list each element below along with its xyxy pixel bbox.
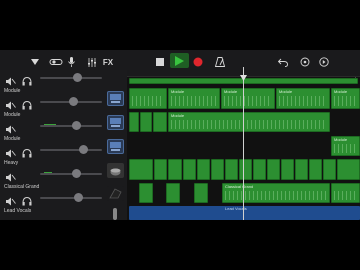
volume-slider-knob[interactable] bbox=[72, 169, 81, 178]
region[interactable]: Lead Vocals bbox=[129, 206, 360, 220]
settings-icon[interactable] bbox=[318, 55, 330, 69]
track-name: Module bbox=[4, 88, 21, 94]
region[interactable]: Module bbox=[221, 88, 275, 109]
bottom-area bbox=[0, 220, 360, 270]
volume-slider-knob[interactable] bbox=[69, 97, 78, 106]
region-label: Module bbox=[279, 89, 293, 94]
region[interactable] bbox=[309, 159, 322, 180]
fx-button[interactable]: FX bbox=[101, 55, 115, 69]
track-name: Lead Vocals bbox=[4, 208, 32, 214]
region[interactable] bbox=[166, 183, 180, 203]
volume-slider[interactable] bbox=[40, 77, 102, 79]
headphones-icon[interactable] bbox=[22, 145, 32, 163]
region[interactable] bbox=[197, 159, 210, 180]
region[interactable]: Module bbox=[331, 136, 360, 156]
region[interactable] bbox=[337, 159, 360, 180]
track-name: Module bbox=[4, 112, 21, 118]
region[interactable] bbox=[211, 159, 224, 180]
play-button[interactable] bbox=[170, 53, 189, 68]
track-controls bbox=[0, 72, 127, 86]
browser-icon[interactable] bbox=[30, 55, 40, 69]
region-label: Module bbox=[171, 89, 185, 94]
track-name: Classical Grand bbox=[4, 184, 40, 190]
region[interactable] bbox=[295, 159, 308, 180]
playhead[interactable] bbox=[243, 67, 244, 220]
volume-slider[interactable] bbox=[40, 173, 102, 175]
region[interactable] bbox=[129, 88, 167, 109]
headphones-icon[interactable] bbox=[22, 73, 32, 91]
track-controls-icon[interactable] bbox=[48, 55, 64, 69]
drum-module-icon[interactable] bbox=[107, 115, 124, 130]
loops-icon[interactable] bbox=[299, 55, 311, 69]
playhead-handle[interactable] bbox=[240, 68, 247, 81]
undo-icon[interactable] bbox=[277, 55, 289, 69]
region[interactable] bbox=[267, 159, 280, 180]
record-button[interactable] bbox=[192, 55, 204, 69]
volume-slider[interactable] bbox=[40, 149, 102, 151]
region[interactable] bbox=[139, 183, 153, 203]
region[interactable]: Module bbox=[276, 88, 330, 109]
region[interactable] bbox=[183, 159, 196, 180]
track-name: Heavy bbox=[4, 160, 19, 166]
region[interactable] bbox=[239, 159, 252, 180]
region[interactable]: Module bbox=[331, 88, 360, 109]
region[interactable] bbox=[331, 183, 360, 203]
drum-kit-icon[interactable] bbox=[107, 163, 124, 178]
region[interactable] bbox=[154, 159, 167, 180]
region[interactable] bbox=[153, 112, 167, 132]
drum-module-icon[interactable] bbox=[107, 91, 124, 106]
region-label: Module bbox=[224, 89, 238, 94]
drum-module-icon[interactable] bbox=[107, 139, 124, 154]
region[interactable]: Module bbox=[168, 112, 330, 132]
track-name: Module bbox=[4, 136, 21, 142]
region[interactable] bbox=[281, 159, 294, 180]
region[interactable] bbox=[323, 159, 336, 180]
volume-slider-knob[interactable] bbox=[79, 145, 88, 154]
volume-slider-knob[interactable] bbox=[74, 193, 83, 202]
region[interactable] bbox=[194, 183, 208, 203]
region-label: Module bbox=[171, 113, 185, 118]
region[interactable]: Classical Grand bbox=[222, 183, 330, 203]
volume-slider-knob[interactable] bbox=[73, 73, 82, 82]
region[interactable] bbox=[129, 159, 153, 180]
region[interactable] bbox=[129, 112, 139, 132]
region[interactable] bbox=[225, 159, 238, 180]
microphone-icon[interactable] bbox=[66, 55, 76, 69]
volume-slider[interactable] bbox=[40, 125, 102, 127]
region[interactable] bbox=[140, 112, 152, 132]
piano-icon[interactable] bbox=[107, 186, 124, 201]
metronome-icon[interactable] bbox=[214, 55, 226, 69]
region-label: Module bbox=[334, 137, 348, 142]
volume-slider[interactable] bbox=[40, 197, 102, 199]
mixer-icon[interactable] bbox=[86, 55, 98, 69]
region-label: Module bbox=[334, 89, 348, 94]
volume-slider-knob[interactable] bbox=[72, 121, 81, 130]
microphone-icon[interactable] bbox=[113, 208, 117, 220]
region[interactable] bbox=[253, 159, 266, 180]
stop-button[interactable] bbox=[154, 55, 166, 69]
region-label: Classical Grand bbox=[225, 184, 254, 189]
region[interactable]: Module bbox=[168, 88, 220, 109]
headphones-icon[interactable] bbox=[22, 97, 32, 115]
region[interactable] bbox=[168, 159, 182, 180]
